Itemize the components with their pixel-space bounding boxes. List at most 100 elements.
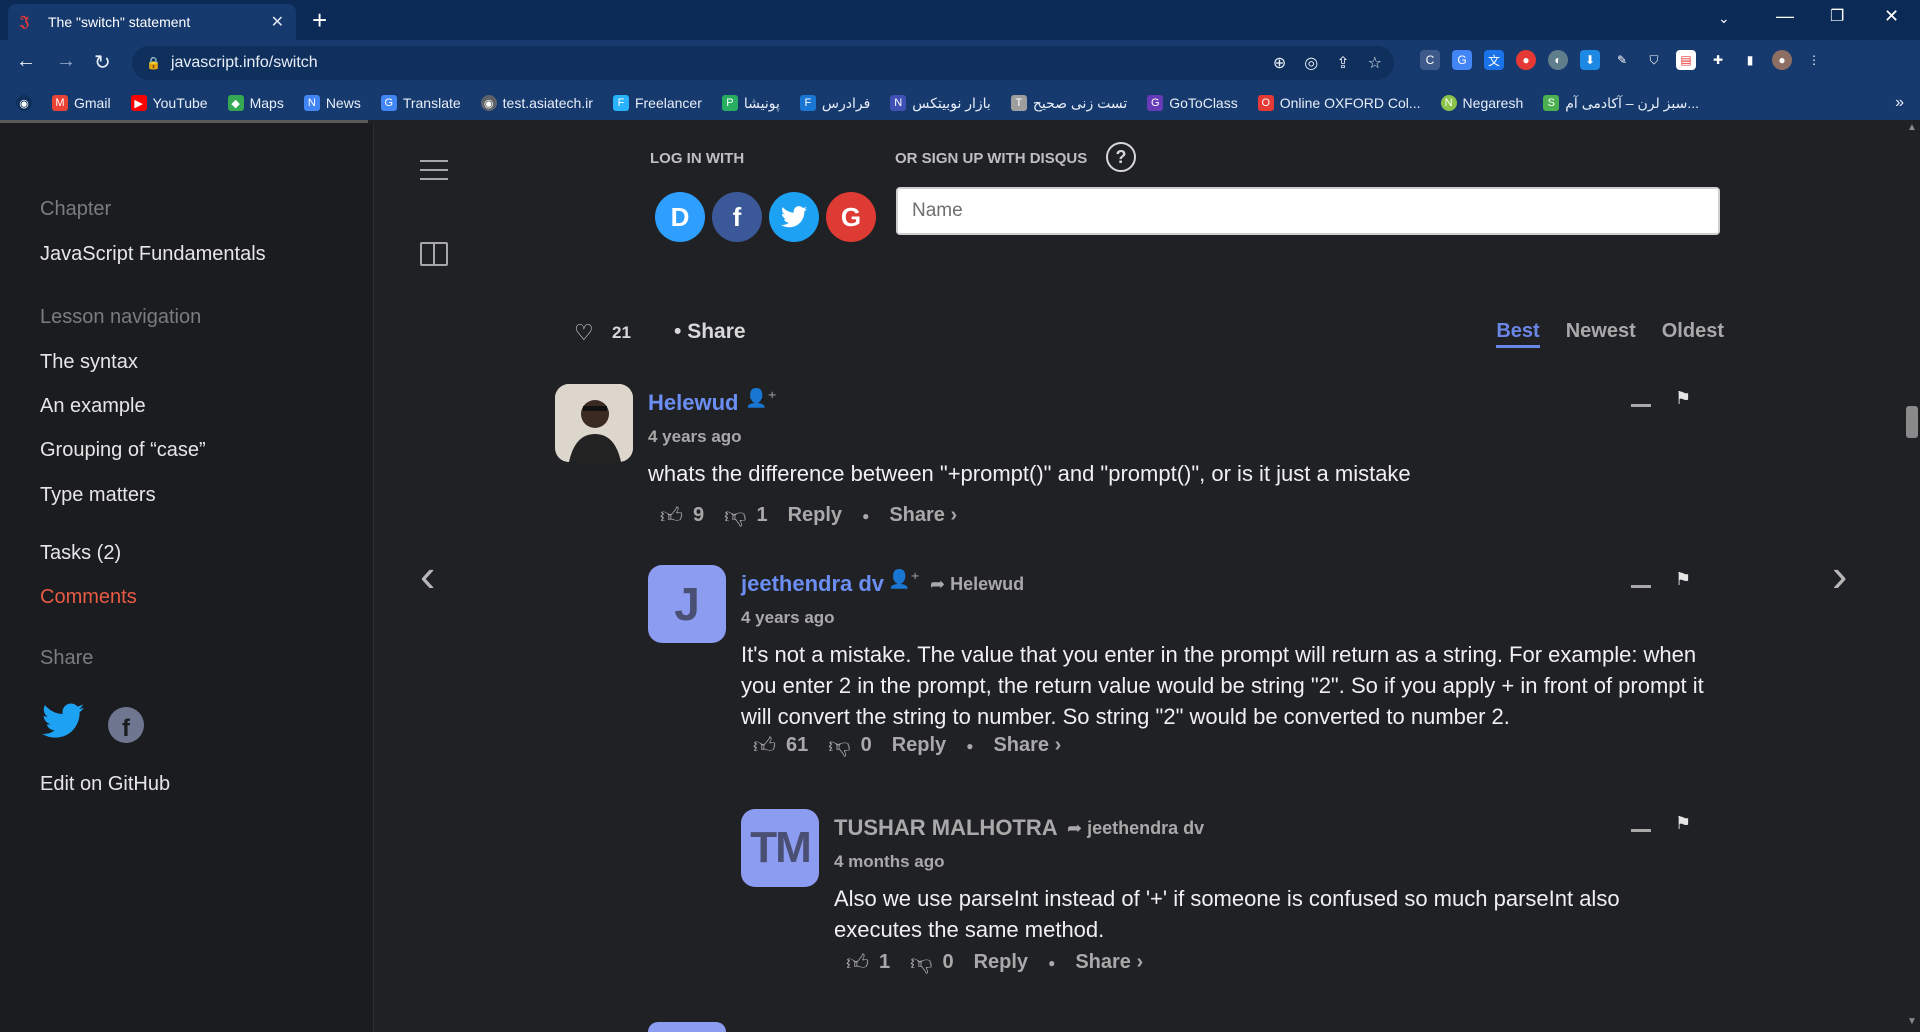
bookmark-item[interactable]: ◆ Maps xyxy=(227,95,284,111)
bookmark-item[interactable]: N News xyxy=(303,95,361,111)
reply-button[interactable]: Reply xyxy=(892,734,946,757)
bookmark-item[interactable]: O Online OXFORD Col... xyxy=(1257,95,1421,111)
flag-comment-icon[interactable]: ⚑ xyxy=(1675,569,1691,590)
avatar[interactable]: TM xyxy=(741,809,819,887)
comment-timestamp[interactable]: 4 years ago xyxy=(648,427,742,447)
avatar[interactable]: J xyxy=(648,565,726,643)
download-extension-icon[interactable]: ⬇ xyxy=(1580,50,1600,70)
lesson-nav-item[interactable]: Type matters xyxy=(40,484,156,507)
help-icon[interactable]: ? xyxy=(1106,142,1136,172)
comment-author-link[interactable]: jeethendra dv xyxy=(741,571,884,597)
reply-button[interactable]: Reply xyxy=(974,951,1028,974)
in-reply-to-link[interactable]: ➦ jeethendra dv xyxy=(1067,818,1204,839)
reply-button[interactable]: Reply xyxy=(788,504,842,527)
close-window-button[interactable]: ✕ xyxy=(1884,6,1899,27)
bookmark-item[interactable]: P پونیشا xyxy=(721,95,780,112)
record-extension-icon[interactable]: ● xyxy=(1516,50,1536,70)
share-comment-button[interactable]: Share › xyxy=(1075,951,1143,974)
ghost-extension-icon[interactable]: ◐ xyxy=(1548,50,1568,70)
browser-tab[interactable]: 𝔍 The "switch" statement ✕ xyxy=(8,4,296,40)
tab-search-icon[interactable]: ⌄ xyxy=(1718,10,1730,27)
bookmark-item[interactable]: N بازار نوبیتکس xyxy=(890,95,991,112)
twitter-icon[interactable] xyxy=(42,703,84,739)
bookmark-apps[interactable]: ◉ xyxy=(16,95,32,111)
restore-button[interactable]: ❐ xyxy=(1830,6,1844,26)
disqus-login-button[interactable]: D xyxy=(655,192,705,242)
note-extension-icon[interactable]: ▤ xyxy=(1676,50,1696,70)
upvote-button[interactable]: 👍︎ 61 xyxy=(753,732,808,759)
address-bar[interactable]: 🔒 javascript.info/switch ⊕ ◎ ⇪ ☆ xyxy=(132,46,1394,80)
comment-timestamp[interactable]: 4 years ago xyxy=(741,608,835,628)
bookmark-item[interactable]: F Freelancer xyxy=(612,95,702,111)
comment-author-link[interactable]: Helewud xyxy=(648,390,738,416)
extensions-puzzle-icon[interactable]: ✚ xyxy=(1708,50,1728,70)
downvote-button[interactable]: 👎︎ 0 xyxy=(910,949,953,976)
bookmark-item[interactable]: N Negaresh xyxy=(1440,95,1523,111)
share-comment-button[interactable]: Share › xyxy=(993,734,1061,757)
avatar[interactable] xyxy=(648,1022,726,1032)
prev-lesson-arrow-icon[interactable]: ‹ xyxy=(420,548,435,602)
translate-extension-icon[interactable]: G xyxy=(1452,50,1472,70)
minimize-button[interactable]: — xyxy=(1776,6,1794,27)
profile-avatar[interactable]: ● xyxy=(1772,50,1792,70)
scroll-down-icon[interactable]: ▼ xyxy=(1907,1016,1917,1027)
lock-icon[interactable]: 🔒 xyxy=(146,56,161,70)
bookmark-item[interactable]: G GoToClass xyxy=(1147,95,1238,111)
in-reply-to-link[interactable]: ➦ Helewud xyxy=(930,574,1024,595)
collapse-comment-icon[interactable] xyxy=(1631,585,1651,588)
comment-timestamp[interactable]: 4 months ago xyxy=(834,852,945,872)
bookmark-star-icon[interactable]: ☆ xyxy=(1368,53,1382,73)
lesson-nav-item[interactable]: Grouping of “case” xyxy=(40,439,206,462)
sort-newest-tab[interactable]: Newest xyxy=(1566,320,1636,348)
bookmark-item[interactable]: S سبز لرن – آکادمی آم... xyxy=(1543,95,1699,112)
name-field[interactable] xyxy=(896,187,1720,235)
new-tab-button[interactable]: + xyxy=(312,6,327,34)
side-panel-icon[interactable]: ▮ xyxy=(1740,50,1760,70)
facebook-login-button[interactable]: f xyxy=(712,192,762,242)
bookmarks-overflow-icon[interactable]: » xyxy=(1895,94,1904,112)
lesson-nav-item[interactable]: The syntax xyxy=(40,351,138,374)
pen-extension-icon[interactable]: ✎ xyxy=(1612,50,1632,70)
sort-oldest-tab[interactable]: Oldest xyxy=(1662,320,1724,348)
menu-kebab-icon[interactable]: ⋮ xyxy=(1804,50,1824,70)
flag-comment-icon[interactable]: ⚑ xyxy=(1675,388,1691,409)
collapse-comment-icon[interactable] xyxy=(1631,404,1651,407)
comments-link[interactable]: Comments xyxy=(40,586,137,609)
tab-close-icon[interactable]: ✕ xyxy=(271,12,284,32)
collapse-comment-icon[interactable] xyxy=(1631,829,1651,832)
lesson-nav-item[interactable]: An example xyxy=(40,395,146,418)
extension-c-icon[interactable]: C xyxy=(1420,50,1440,70)
reload-button[interactable]: ↻ xyxy=(94,50,111,75)
bookmark-item[interactable]: M Gmail xyxy=(52,95,111,111)
twitter-login-button[interactable] xyxy=(769,192,819,242)
downvote-button[interactable]: 👎︎ 0 xyxy=(828,732,871,759)
share-icon[interactable]: ⇪ xyxy=(1336,53,1349,73)
follow-user-icon[interactable]: 👤⁺ xyxy=(888,569,920,590)
avatar[interactable] xyxy=(555,384,633,462)
google-translate-icon[interactable]: 文 xyxy=(1484,50,1504,70)
edit-on-github-link[interactable]: Edit on GitHub xyxy=(40,773,170,796)
next-lesson-arrow-icon[interactable]: › xyxy=(1832,548,1847,602)
bookmark-item[interactable]: ▶ YouTube xyxy=(130,95,208,111)
upvote-button[interactable]: 👍︎ 1 xyxy=(846,949,890,976)
share-comment-button[interactable]: Share › xyxy=(889,504,957,527)
book-map-icon[interactable] xyxy=(420,242,448,266)
bookmark-item[interactable]: T تست زنی صحیح xyxy=(1010,95,1127,112)
google-login-button[interactable]: G xyxy=(826,192,876,242)
chapter-link[interactable]: JavaScript Fundamentals xyxy=(40,243,266,266)
upvote-button[interactable]: 👍︎ 9 xyxy=(660,502,704,529)
page-scrollbar[interactable]: ▲ ▼ xyxy=(1902,120,1920,1032)
eye-off-icon[interactable]: ◎ xyxy=(1304,53,1318,73)
back-button[interactable]: ← xyxy=(16,50,36,73)
scrollbar-thumb[interactable] xyxy=(1906,406,1918,438)
zoom-icon[interactable]: ⊕ xyxy=(1273,53,1286,73)
tasks-link[interactable]: Tasks (2) xyxy=(40,542,121,565)
menu-hamburger-icon[interactable] xyxy=(420,160,448,187)
forward-button[interactable]: → xyxy=(56,50,76,73)
facebook-icon[interactable]: f xyxy=(108,707,144,743)
flag-comment-icon[interactable]: ⚑ xyxy=(1675,813,1691,834)
scroll-up-icon[interactable]: ▲ xyxy=(1907,122,1917,133)
shield-extension-icon[interactable]: ⛉ xyxy=(1644,50,1664,70)
share-thread-button[interactable]: • Share xyxy=(674,320,746,344)
downvote-button[interactable]: 👎︎ 1 xyxy=(724,502,767,529)
